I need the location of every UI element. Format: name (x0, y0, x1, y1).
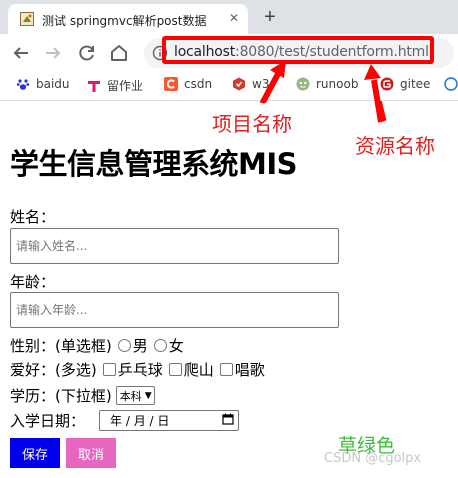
date-placeholder: 年 / 月 / 日 (110, 414, 170, 428)
enroll-date-input[interactable]: 年 / 月 / 日 (99, 410, 240, 431)
bookmarks-bar: baidu 留作业 csdn w3 runoob gitee (0, 72, 458, 101)
enroll-date-label: 入学日期： (10, 412, 86, 430)
url-text[interactable]: localhost:8080/test/studentform.html (174, 44, 429, 60)
hobby-checkbox-pingpong[interactable] (102, 363, 116, 376)
education-row: 学历：(下拉框) 本科 ▼ (10, 385, 155, 406)
project-arrow-shaft (259, 101, 266, 104)
resource-arrow-shaft (376, 101, 387, 122)
hobby-option-label[interactable]: 乒乓球 (118, 359, 163, 380)
hobby-row: 爱好：(多选) 乒乓球 爬山 唱歌 (10, 359, 265, 380)
tab-title: 测试 springmvc解析post数据 (42, 14, 207, 28)
url-host: localhost (174, 44, 236, 60)
bookmark-baidu[interactable]: baidu (16, 77, 70, 95)
t-logo-icon (87, 79, 101, 93)
bookmark-label: gitee (400, 77, 431, 91)
resource-arrow (376, 101, 387, 122)
bookmark-csdn[interactable]: csdn (164, 77, 212, 95)
cancel-button[interactable]: 取消 (66, 438, 116, 468)
hobby-option-label[interactable]: 唱歌 (235, 359, 265, 380)
hobby-label: 爱好：(多选) (10, 361, 97, 379)
w3-logo-icon (232, 77, 246, 91)
bookmark-label: w3 (252, 77, 270, 91)
name-placeholder: 请输入姓名... (16, 239, 88, 253)
gender-option-label[interactable]: 男 (133, 335, 148, 356)
paw-icon (16, 77, 30, 91)
bookmark-label: 留作业 (107, 79, 144, 93)
gender-radio-female[interactable] (153, 339, 167, 352)
gender-label: 性别：(单选框) (10, 337, 112, 355)
bookmark-more[interactable] (444, 77, 458, 95)
age-input[interactable]: 请输入年龄... (10, 292, 339, 328)
resource-name-annotation: 资源名称 (355, 134, 435, 158)
tab-strip: 测试 springmvc解析post数据 ✕ + (0, 0, 458, 34)
education-selected: 本科 (119, 389, 142, 403)
gender-radio-male[interactable] (117, 339, 131, 352)
back-arrow-icon[interactable] (8, 40, 34, 66)
browser-tab[interactable]: 测试 springmvc解析post数据 ✕ (8, 4, 248, 34)
bookmark-label: csdn (184, 77, 213, 91)
runoob-logo-icon (296, 77, 310, 91)
csdn-watermark: CSDN @cgolpx (324, 451, 422, 466)
forward-arrow-icon[interactable] (40, 40, 66, 66)
home-icon[interactable] (106, 40, 132, 66)
name-label: 姓名： (10, 208, 56, 226)
page-favicon-icon (20, 12, 34, 26)
save-button[interactable]: 保存 (10, 438, 60, 468)
age-placeholder: 请输入年龄... (16, 303, 88, 317)
hobby-checkbox-climbing[interactable] (168, 363, 182, 376)
project-name-annotation: 项目名称 (212, 112, 292, 136)
new-tab-button[interactable]: + (258, 6, 282, 28)
url-path: :8080/test/studentform.html (235, 44, 429, 60)
gender-option-label[interactable]: 女 (169, 335, 184, 356)
bookmark-runoob[interactable]: runoob (296, 77, 358, 95)
chevron-down-icon: ▼ (144, 390, 152, 401)
gender-row: 性别：(单选框) 男 女 (10, 335, 184, 356)
close-tab-icon[interactable]: ✕ (226, 10, 242, 26)
hobby-option-label[interactable]: 爬山 (184, 359, 214, 380)
calendar-icon[interactable] (222, 413, 234, 428)
bookmark-label: baidu (36, 77, 70, 91)
name-input[interactable]: 请输入姓名... (10, 228, 339, 264)
browser-toolbar: localhost:8080/test/studentform.html (0, 34, 458, 72)
bookmark-gitee[interactable]: gitee (380, 77, 430, 95)
education-select[interactable]: 本科 ▼ (115, 386, 155, 405)
bookmark-homework[interactable]: 留作业 (87, 77, 143, 95)
hobby-checkbox-singing[interactable] (219, 363, 233, 376)
reload-icon[interactable] (74, 40, 100, 66)
project-arrow (259, 101, 266, 104)
page-title: 学生信息管理系统MIS (10, 147, 298, 181)
education-label: 学历：(下拉框) (10, 387, 112, 405)
age-label: 年龄： (10, 273, 56, 291)
bookmark-w3[interactable]: w3 (232, 77, 269, 95)
enroll-date-row: 入学日期： 年 / 月 / 日 (10, 410, 240, 431)
bookmark-label: runoob (316, 77, 359, 91)
c-logo-icon (164, 77, 178, 91)
gitee-logo-icon (380, 77, 394, 91)
page-content: 项目名称 资源名称 学生信息管理系统MIS 姓名： 请输入姓名... 年龄： 请… (0, 101, 458, 478)
globe-icon (444, 77, 458, 91)
